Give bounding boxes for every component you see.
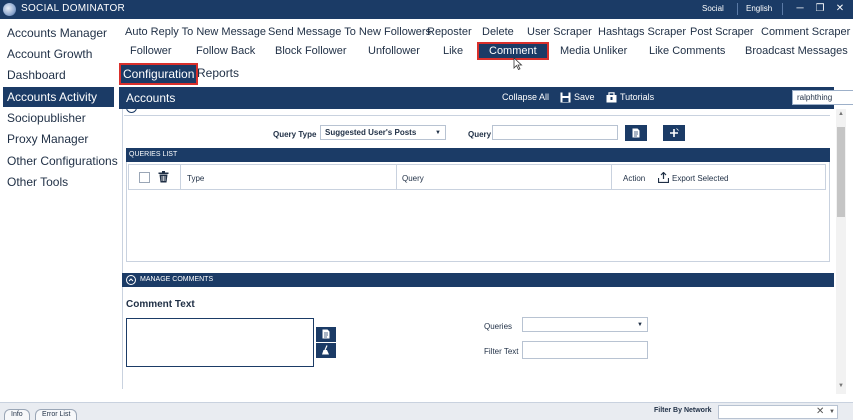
close-icon[interactable]: ✕ [833, 2, 847, 16]
tab-like[interactable]: Like [443, 44, 463, 58]
queries-label: Queries [484, 322, 513, 331]
mouse-cursor-icon [513, 57, 523, 70]
chevron-down-icon: ▼ [829, 409, 835, 415]
filter-by-network-select[interactable]: ✕ ▼ [718, 405, 838, 419]
vertical-scrollbar[interactable]: ▲ ▼ [836, 109, 846, 394]
manage-comments-title: MANAGE COMMENTS [140, 276, 214, 283]
bottom-status-bar: Info Error List Filter By Network ✕ ▼ [0, 402, 853, 420]
tab-post-scraper[interactable]: Post Scraper [690, 25, 754, 39]
title-bar: SOCIAL DOMINATOR Social English ─ ❐ ✕ [0, 0, 853, 19]
sidebar-item-sociopublisher[interactable]: Sociopublisher [0, 108, 116, 128]
minimize-icon[interactable]: ─ [793, 2, 807, 16]
column-type: Type [187, 174, 205, 183]
tab-error-list[interactable]: Error List [35, 409, 78, 420]
queries-list-header: QUERIES LIST [126, 148, 830, 162]
column-divider [396, 165, 397, 189]
filter-text-label: Filter Text [484, 347, 519, 356]
accounts-header-bar: Accounts Collapse All Save Tutorials [119, 87, 853, 109]
import-query-button[interactable] [625, 125, 647, 141]
filter-text-input[interactable] [522, 341, 648, 359]
filter-by-network-label: Filter By Network [654, 407, 712, 414]
document-icon [322, 329, 330, 339]
tab-follow-back[interactable]: Follow Back [196, 44, 255, 58]
tab-hashtags-scraper[interactable]: Hashtags Scraper [598, 25, 686, 39]
queries-list-column-header: Type Query Action Export Selected [128, 164, 826, 190]
sidebar-item-proxy-manager[interactable]: Proxy Manager [0, 129, 116, 149]
tab-block-follower[interactable]: Block Follower [275, 44, 347, 58]
document-icon [632, 128, 640, 138]
broom-icon [322, 345, 329, 355]
tutorials-button[interactable]: Tutorials [620, 92, 654, 102]
tab-reports[interactable]: Reports [197, 66, 239, 80]
column-action: Action [623, 174, 646, 183]
collapse-all-button[interactable]: Collapse All [502, 92, 549, 102]
account-selector-input[interactable] [792, 90, 853, 105]
language-selector[interactable]: English [746, 4, 772, 13]
trash-icon[interactable] [158, 171, 169, 183]
query-type-value: Suggested User's Posts [325, 128, 417, 137]
app-window: SOCIAL DOMINATOR Social English ─ ❐ ✕ Ac… [0, 0, 853, 420]
scroll-down-icon[interactable]: ▼ [838, 383, 844, 389]
query-type-label: Query Type [273, 130, 317, 139]
tab-info[interactable]: Info [4, 409, 30, 420]
tab-delete[interactable]: Delete [482, 25, 514, 39]
app-title: SOCIAL DOMINATOR [21, 3, 126, 14]
clear-filter-icon[interactable]: ✕ [816, 406, 824, 417]
sidebar-item-other-configurations[interactable]: Other Configurations [0, 151, 118, 171]
tab-configuration[interactable]: Configuration [119, 63, 199, 85]
search-query-panel-collapsed[interactable] [124, 109, 830, 116]
comment-text-label: Comment Text [126, 299, 195, 310]
query-input[interactable] [492, 125, 618, 140]
add-icon [670, 128, 679, 137]
import-comments-button[interactable] [316, 327, 336, 342]
tab-like-comments[interactable]: Like Comments [649, 44, 725, 58]
titlebar-divider [737, 3, 738, 15]
export-icon[interactable] [658, 172, 669, 183]
save-button[interactable]: Save [574, 92, 595, 102]
tutorials-icon[interactable] [606, 92, 617, 103]
tab-user-scraper[interactable]: User Scraper [527, 25, 592, 39]
tab-follower[interactable]: Follower [130, 44, 172, 58]
collapse-toggle-icon[interactable] [126, 275, 136, 285]
sidebar-item-dashboard[interactable]: Dashboard [0, 65, 116, 85]
tab-unfollower[interactable]: Unfollower [368, 44, 420, 58]
scroll-up-icon[interactable]: ▲ [838, 111, 844, 117]
query-type-select[interactable]: Suggested User's Posts ▼ [320, 125, 446, 140]
titlebar-divider [782, 3, 783, 15]
tab-reposter[interactable]: Reposter [427, 25, 472, 39]
column-divider [611, 165, 612, 189]
chevron-down-icon: ▼ [637, 322, 643, 328]
tab-comment-scraper[interactable]: Comment Scraper [761, 25, 850, 39]
manage-comments-header[interactable]: MANAGE COMMENTS [122, 273, 834, 287]
column-query: Query [402, 174, 424, 183]
scrollbar-thumb[interactable] [837, 127, 845, 217]
collapse-toggle-icon[interactable] [126, 109, 137, 113]
column-divider [180, 165, 181, 189]
restore-icon[interactable]: ❐ [813, 2, 827, 16]
network-selector[interactable]: Social [702, 4, 724, 13]
tab-media-unliker[interactable]: Media Unliker [560, 44, 627, 58]
tab-broadcast-messages[interactable]: Broadcast Messages [745, 44, 848, 58]
tab-send-message-new-followers[interactable]: Send Message To New Followers [268, 25, 431, 39]
export-selected-button[interactable]: Export Selected [672, 174, 728, 183]
sidebar-item-accounts-manager[interactable]: Accounts Manager [0, 23, 116, 43]
app-logo-icon [3, 3, 16, 16]
queries-select[interactable]: ▼ [522, 317, 648, 332]
save-icon[interactable] [560, 92, 571, 103]
sidebar-item-other-tools[interactable]: Other Tools [0, 172, 116, 192]
select-all-checkbox[interactable] [139, 172, 150, 183]
accounts-title: Accounts [126, 91, 176, 105]
add-query-button[interactable] [663, 125, 685, 141]
tab-auto-reply[interactable]: Auto Reply To New Message [125, 25, 266, 39]
sidebar-item-accounts-activity[interactable]: Accounts Activity [3, 87, 114, 107]
sidebar: Accounts Manager Account Growth Dashboar… [0, 19, 118, 399]
sidebar-item-account-growth[interactable]: Account Growth [0, 44, 116, 64]
query-label: Query [468, 130, 492, 139]
clear-comments-button[interactable] [316, 343, 336, 358]
comment-text-input[interactable] [126, 318, 314, 367]
chevron-down-icon: ▼ [435, 130, 441, 136]
